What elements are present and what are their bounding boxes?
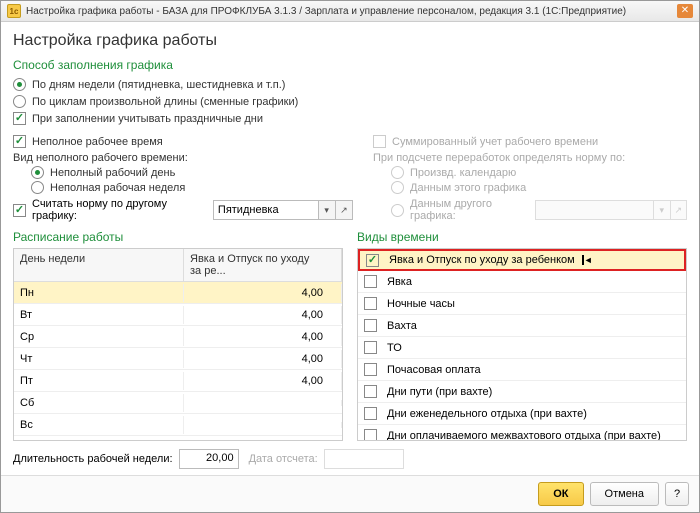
radio-by-cycles[interactable]: По циклам произвольной длины (сменные гр… <box>13 95 687 108</box>
checkbox[interactable] <box>366 254 379 267</box>
table-row[interactable]: Ср4,00 <box>14 326 342 348</box>
checkbox[interactable] <box>364 363 377 376</box>
time-type-item[interactable]: Дни оплачиваемого межвахтового отдыха (п… <box>358 425 686 441</box>
grid-header: День недели Явка и Отпуск по уходу за ре… <box>14 249 342 282</box>
time-types-title: Виды времени <box>357 230 687 244</box>
time-type-item[interactable]: Ночные часы <box>358 293 686 315</box>
check-by-other-schedule[interactable] <box>13 204 26 217</box>
titlebar: 1c Настройка графика работы - БАЗА для П… <box>1 1 699 22</box>
check-holidays[interactable]: При заполнении учитывать праздничные дни <box>13 112 687 125</box>
time-type-item[interactable]: Дни пути (при вахте) <box>358 381 686 403</box>
app-icon: 1c <box>7 4 21 18</box>
time-type-item[interactable]: Явка и Отпуск по уходу за ребенком <box>358 249 686 271</box>
table-row[interactable]: Пт4,00 <box>14 370 342 392</box>
time-type-label: Ночные часы <box>387 298 455 310</box>
table-row[interactable]: Вт4,00 <box>14 304 342 326</box>
schedule-grid[interactable]: День недели Явка и Отпуск по уходу за ре… <box>13 248 343 441</box>
help-button[interactable]: ? <box>665 482 689 506</box>
time-type-item[interactable]: ТО <box>358 337 686 359</box>
schedule-pane: Расписание работы День недели Явка и Отп… <box>13 230 343 441</box>
time-type-label: Дни еженедельного отдыха (при вахте) <box>387 408 587 420</box>
time-type-item[interactable]: Вахта <box>358 315 686 337</box>
time-types-list[interactable]: Явка и Отпуск по уходу за ребенком Явка Но… <box>357 248 687 441</box>
date-from-label: Дата отсчета: <box>249 453 318 465</box>
time-type-label: Почасовая оплата <box>387 364 481 376</box>
date-from-input <box>324 449 404 469</box>
cancel-button[interactable]: Отмена <box>590 482 659 506</box>
bottom-row: Длительность рабочей недели: 20,00 Дата … <box>13 449 687 469</box>
app-window: 1c Настройка графика работы - БАЗА для П… <box>0 0 700 513</box>
checkbox[interactable] <box>364 385 377 398</box>
combo-open-icon[interactable]: ↗ <box>336 200 353 220</box>
radio-norm-other <box>391 204 404 217</box>
other-schedule-combo[interactable]: Пятидневка <box>213 200 319 220</box>
check-parttime[interactable]: Неполное рабочее время <box>13 135 353 148</box>
radio-by-days[interactable]: По дням недели (пятидневка, шестидневка … <box>13 78 687 91</box>
window-title: Настройка графика работы - БАЗА для ПРОФ… <box>26 6 677 17</box>
by-other-label: Считать норму по другому графику: <box>32 198 207 222</box>
table-row[interactable]: Сб <box>14 392 342 414</box>
left-options: Неполное рабочее время Вид неполного раб… <box>13 133 353 222</box>
table-row[interactable]: Пн4,00 <box>14 282 342 304</box>
radio-part-day[interactable]: Неполный рабочий день <box>31 166 353 179</box>
radio-part-week[interactable]: Неполная рабочая неделя <box>31 181 353 194</box>
combo-open-icon: ↗ <box>671 200 687 220</box>
close-icon[interactable]: ✕ <box>677 4 693 18</box>
cursor-icon <box>579 253 593 267</box>
norm-other-label: Данным другого графика: <box>410 198 529 222</box>
right-options: Суммированный учет рабочего времени При … <box>373 133 687 222</box>
week-len-input[interactable]: 20,00 <box>179 449 239 469</box>
time-type-label: Явка и Отпуск по уходу за ребенком <box>389 254 575 266</box>
page-title: Настройка графика работы <box>13 32 687 50</box>
time-type-item[interactable]: Дни еженедельного отдыха (при вахте) <box>358 403 686 425</box>
time-type-label: Дни пути (при вахте) <box>387 386 492 398</box>
norm-other-combo <box>535 200 654 220</box>
time-type-label: Дни оплачиваемого межвахтового отдыха (п… <box>387 430 661 442</box>
checkbox[interactable] <box>364 429 377 441</box>
time-types-pane: Виды времени Явка и Отпуск по уходу за р… <box>357 230 687 441</box>
radio-norm-calendar: Произвд. календарю <box>391 166 687 179</box>
checkbox[interactable] <box>364 275 377 288</box>
checkbox[interactable] <box>364 297 377 310</box>
table-row[interactable]: Вс <box>14 414 342 436</box>
content: Настройка графика работы Способ заполнен… <box>1 22 699 475</box>
ok-button[interactable]: ОК <box>538 482 583 506</box>
time-type-label: Вахта <box>387 320 417 332</box>
checkbox[interactable] <box>364 407 377 420</box>
table-row[interactable]: Чт4,00 <box>14 348 342 370</box>
parttime-kind-label: Вид неполного рабочего времени: <box>13 152 353 164</box>
checkbox[interactable] <box>364 319 377 332</box>
radio-norm-this: Данным этого графика <box>391 181 687 194</box>
week-len-label: Длительность рабочей недели: <box>13 453 173 465</box>
time-type-item[interactable]: Явка <box>358 271 686 293</box>
time-type-item[interactable]: Почасовая оплата <box>358 359 686 381</box>
combo-dropdown-icon: ▾ <box>654 200 670 220</box>
footer: ОК Отмена ? <box>1 475 699 512</box>
schedule-title: Расписание работы <box>13 230 343 244</box>
check-sum-accounting[interactable]: Суммированный учет рабочего времени <box>373 135 687 148</box>
fill-method-title: Способ заполнения графика <box>13 58 687 72</box>
time-type-label: Явка <box>387 276 412 288</box>
norm-label: При подсчете переработок определять норм… <box>373 152 687 164</box>
combo-dropdown-icon[interactable]: ▾ <box>319 200 336 220</box>
time-type-label: ТО <box>387 342 402 354</box>
checkbox[interactable] <box>364 341 377 354</box>
